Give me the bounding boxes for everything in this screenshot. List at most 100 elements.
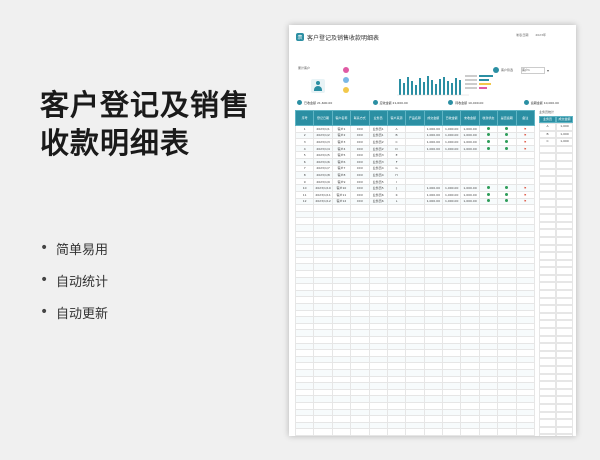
table-cell[interactable]	[478, 223, 499, 232]
table-cell[interactable]	[497, 362, 517, 370]
table-cell[interactable]	[350, 322, 370, 331]
table-cell[interactable]	[460, 434, 480, 436]
table-cell[interactable]	[497, 421, 517, 430]
table-cell[interactable]	[441, 210, 462, 219]
table-cell[interactable]	[423, 171, 444, 179]
table-cell[interactable]	[331, 401, 352, 410]
table-cell[interactable]: ⚑	[515, 184, 535, 192]
table-cell[interactable]: 1,000.00	[423, 190, 444, 199]
table-cell[interactable]: 2023/1/5	[313, 151, 333, 159]
table-cell[interactable]	[497, 125, 517, 133]
table-cell[interactable]	[368, 322, 388, 331]
table-cell[interactable]	[497, 329, 517, 337]
table-cell[interactable]	[460, 210, 480, 219]
table-cell[interactable]	[515, 217, 535, 225]
table-cell[interactable]: 1,000.00	[441, 138, 462, 146]
table-cell[interactable]	[386, 408, 407, 417]
table-cell[interactable]	[313, 362, 333, 370]
table-cell[interactable]	[386, 316, 407, 324]
table-cell[interactable]	[515, 151, 535, 159]
table-cell[interactable]: 1,000.00	[441, 125, 462, 133]
column-header[interactable]: 序号	[294, 110, 315, 126]
table-cell[interactable]	[350, 309, 370, 318]
table-cell[interactable]	[368, 349, 388, 357]
table-cell[interactable]	[350, 270, 370, 278]
table-cell[interactable]	[405, 349, 425, 357]
table-cell[interactable]	[350, 217, 370, 225]
table-cell[interactable]	[478, 250, 499, 258]
table-cell[interactable]	[423, 223, 444, 232]
table-cell[interactable]	[478, 190, 499, 199]
table-row[interactable]	[294, 270, 535, 278]
table-row[interactable]	[294, 316, 535, 324]
table-cell[interactable]	[350, 342, 370, 351]
table-cell[interactable]	[460, 309, 480, 318]
table-cell[interactable]	[386, 362, 407, 370]
table-cell[interactable]	[515, 368, 535, 377]
table-cell[interactable]: 客户7	[331, 164, 352, 173]
table-cell[interactable]	[441, 296, 462, 305]
table-cell[interactable]	[350, 210, 370, 219]
table-cell[interactable]	[460, 421, 480, 430]
table-cell[interactable]	[515, 243, 535, 252]
table-cell[interactable]	[460, 283, 480, 291]
table-cell[interactable]	[350, 336, 370, 344]
table-cell[interactable]	[478, 177, 499, 186]
table-cell[interactable]	[386, 237, 407, 245]
table-cell[interactable]	[368, 309, 388, 318]
table-cell[interactable]	[441, 223, 462, 232]
table-cell[interactable]	[478, 316, 499, 324]
table-cell[interactable]	[423, 210, 444, 219]
table-cell[interactable]	[386, 303, 407, 311]
table-cell[interactable]	[460, 263, 480, 272]
table-cell[interactable]: 客户1	[331, 125, 352, 133]
table-cell[interactable]	[515, 204, 535, 212]
table-cell[interactable]	[441, 157, 462, 166]
table-cell[interactable]	[368, 230, 388, 239]
table-cell[interactable]	[423, 375, 444, 384]
column-header[interactable]: 是否逾期	[497, 110, 517, 126]
table-cell[interactable]	[423, 355, 444, 364]
table-cell[interactable]	[294, 395, 315, 403]
table-cell[interactable]	[478, 125, 499, 133]
table-cell[interactable]	[478, 434, 499, 436]
table-cell[interactable]	[350, 204, 370, 212]
table-cell[interactable]	[441, 289, 462, 298]
table-cell[interactable]: 1,000.00	[460, 190, 480, 199]
table-cell[interactable]	[331, 303, 352, 311]
table-cell[interactable]	[515, 237, 535, 245]
table-cell[interactable]	[368, 434, 388, 436]
table-cell[interactable]	[294, 368, 315, 377]
table-cell[interactable]: 客户10	[331, 184, 352, 192]
table-cell[interactable]	[423, 342, 444, 351]
table-cell[interactable]	[368, 210, 388, 219]
table-row[interactable]	[294, 230, 535, 239]
table-cell[interactable]	[423, 434, 444, 436]
table-cell[interactable]	[441, 382, 462, 390]
table-cell[interactable]	[497, 289, 517, 298]
column-header[interactable]: 备注	[515, 110, 535, 126]
table-cell[interactable]: 1,000.00	[460, 184, 480, 192]
table-cell[interactable]	[460, 217, 480, 225]
table-cell[interactable]	[294, 349, 315, 357]
table-cell[interactable]: 2023/1/8	[313, 171, 333, 179]
table-cell[interactable]: 2023/1/12	[313, 197, 333, 206]
table-cell[interactable]	[497, 395, 517, 403]
table-cell[interactable]	[478, 263, 499, 272]
table-cell[interactable]: 6	[294, 157, 315, 166]
table-cell[interactable]	[386, 243, 407, 252]
table-cell[interactable]	[478, 388, 499, 397]
table-cell[interactable]	[294, 336, 315, 344]
table-cell[interactable]	[405, 184, 425, 192]
table-cell[interactable]: ⚑	[515, 131, 535, 140]
table-cell[interactable]	[423, 329, 444, 337]
table-cell[interactable]	[478, 296, 499, 305]
table-cell[interactable]	[497, 309, 517, 318]
table-cell[interactable]: 1,000.00	[423, 144, 444, 153]
table-row[interactable]	[294, 204, 535, 212]
table-cell[interactable]	[478, 375, 499, 384]
table-cell[interactable]	[441, 303, 462, 311]
table-row[interactable]	[294, 336, 535, 344]
table-cell[interactable]	[386, 342, 407, 351]
table-cell[interactable]	[441, 408, 462, 417]
